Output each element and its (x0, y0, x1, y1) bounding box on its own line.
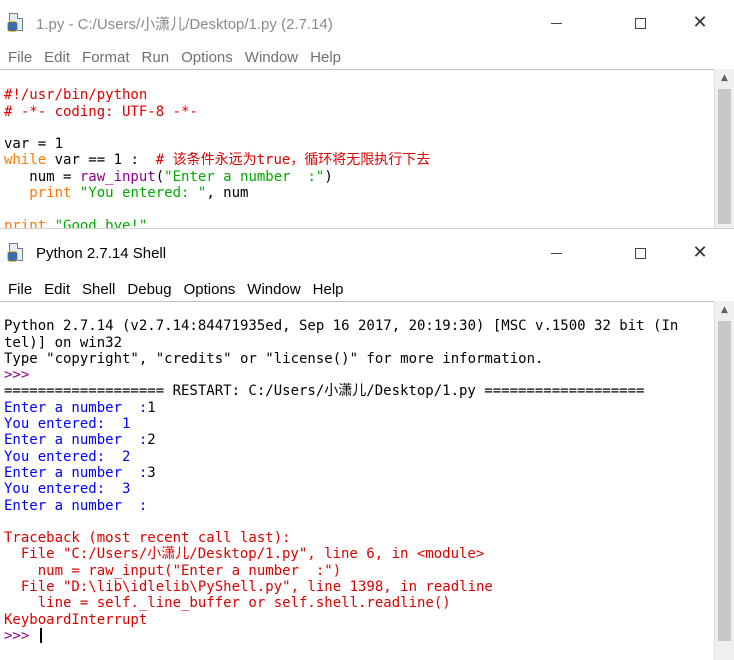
editor-menu-edit[interactable]: Edit (38, 49, 76, 66)
text-cursor (39, 627, 42, 643)
maximize-icon (634, 17, 646, 29)
shell-titlebar[interactable]: Python 2.7.14 Shell ✕ (0, 229, 734, 277)
editor-scroll-thumb[interactable] (718, 89, 731, 224)
stdin-value: 2 (147, 432, 156, 449)
scroll-up-icon[interactable]: ▲ (715, 301, 734, 319)
shell-menu-options[interactable]: Options (178, 281, 242, 298)
keyword-print: print (4, 217, 47, 228)
shell-output-line: You entered: 2 (4, 448, 131, 465)
traceback-line: File "D:\lib\idlelib\PyShell.py", line 1… (4, 579, 493, 596)
editor-vertical-scrollbar[interactable]: ▲ (714, 69, 734, 228)
shell-output-line: Enter a number :3 (4, 465, 714, 481)
shell-input-line[interactable]: >>> (4, 627, 714, 644)
shell-text-area[interactable]: Python 2.7.14 (v2.7.14:84471935ed, Sep 1… (0, 301, 714, 660)
shell-menu-help[interactable]: Help (307, 281, 350, 298)
keyword-while: while (4, 152, 47, 169)
code-line: print "Good bye!" (4, 218, 714, 228)
editor-menu-format[interactable]: Format (76, 49, 136, 66)
editor-window: 1.py - C:/Users/小潇儿/Desktop/1.py (2.7.14… (0, 0, 734, 228)
traceback-line: File "C:/Users/小潇儿/Desktop/1.py", line 6… (4, 546, 485, 563)
code-string: "You entered: " (71, 185, 207, 202)
shell-menu-debug[interactable]: Debug (121, 281, 177, 298)
code-text: num = (4, 168, 80, 185)
shell-vertical-scrollbar[interactable]: ▲ (714, 301, 734, 660)
code-comment: # 该条件永远为true，循环将无限执行下去 (155, 152, 431, 169)
shell-window: Python 2.7.14 Shell ✕ File Edit Shell De… (0, 228, 734, 660)
shell-prompt: >>> (4, 367, 30, 384)
builtin-raw-input: raw_input (79, 168, 156, 185)
shell-restart-line: =================== RESTART: C:/Users/小潇… (4, 383, 645, 400)
editor-maximize-button[interactable] (610, 0, 670, 46)
minimize-icon (550, 22, 562, 24)
code-string: "Enter a number :" (164, 168, 325, 185)
shell-window-title: Python 2.7.14 Shell (36, 244, 167, 262)
shell-minimize-button[interactable] (526, 229, 586, 277)
code-text: , num (206, 185, 249, 202)
close-icon: ✕ (692, 242, 708, 263)
editor-window-title: 1.py - C:/Users/小潇儿/Desktop/1.py (2.7.14… (36, 15, 333, 33)
shell-banner-line: Type "copyright", "credits" or "license(… (4, 350, 544, 367)
idle-python-file-icon (6, 12, 28, 34)
editor-text-area[interactable]: #!/usr/bin/python # -*- coding: UTF-8 -*-… (0, 69, 714, 228)
code-line: var = 1 (4, 136, 64, 153)
code-line: print "You entered: ", num (4, 185, 714, 201)
shell-output-line: Enter a number :2 (4, 432, 714, 448)
shell-menubar: File Edit Shell Debug Options Window Hel… (0, 277, 734, 301)
shell-output-line: You entered: 3 (4, 481, 131, 498)
shell-output-line: Enter a number :1 (4, 400, 714, 416)
shell-prompt: >>> (4, 627, 38, 644)
shell-output-line: You entered: 1 (4, 416, 131, 433)
stdout-text: Enter a number : (4, 399, 148, 416)
shell-menu-file[interactable]: File (2, 281, 38, 298)
keyword-print: print (29, 185, 72, 202)
traceback-line: line = self._line_buffer or self.shell.r… (4, 595, 451, 612)
code-text: ( (155, 168, 165, 185)
code-line: #!/usr/bin/python (4, 87, 148, 104)
traceback-line: KeyboardInterrupt (4, 611, 148, 628)
editor-titlebar[interactable]: 1.py - C:/Users/小潇儿/Desktop/1.py (2.7.14… (0, 0, 734, 46)
editor-menu-options[interactable]: Options (175, 49, 239, 66)
stdin-value: 3 (147, 464, 156, 481)
shell-output-line: Enter a number : (4, 497, 148, 514)
code-line: while var == 1 : # 该条件永远为true，循环将无限执行下去 (4, 152, 714, 168)
code-line: num = raw_input("Enter a number :") (4, 169, 714, 185)
shell-line-blank (4, 514, 714, 530)
editor-menu-file[interactable]: File (2, 49, 38, 66)
editor-menu-window[interactable]: Window (239, 49, 304, 66)
minimize-icon (550, 252, 562, 254)
stdout-text: Enter a number : (4, 464, 148, 481)
stdin-value: 1 (147, 399, 156, 416)
shell-close-button[interactable]: ✕ (670, 229, 730, 277)
editor-menu-run[interactable]: Run (136, 49, 176, 66)
shell-scroll-thumb[interactable] (718, 321, 731, 641)
shell-menu-shell[interactable]: Shell (76, 281, 121, 298)
shell-banner-line: Python 2.7.14 (v2.7.14:84471935ed, Sep 1… (4, 318, 679, 335)
shell-menu-edit[interactable]: Edit (38, 281, 76, 298)
editor-menubar: File Edit Format Run Options Window Help (0, 46, 734, 68)
idle-python-file-icon (6, 242, 28, 264)
code-line: # -*- coding: UTF-8 -*- (4, 103, 198, 120)
code-text: ) (324, 168, 333, 185)
maximize-icon (634, 247, 646, 259)
shell-banner-line: tel)] on win32 (4, 334, 123, 351)
stdout-text: Enter a number : (4, 432, 148, 449)
editor-close-button[interactable]: ✕ (670, 0, 730, 46)
shell-maximize-button[interactable] (610, 229, 670, 277)
shell-menu-window[interactable]: Window (241, 281, 306, 298)
code-text: var == 1 : (46, 152, 156, 169)
traceback-line: num = raw_input("Enter a number :") (4, 562, 342, 579)
scroll-up-icon[interactable]: ▲ (715, 69, 734, 87)
close-icon: ✕ (692, 12, 708, 33)
editor-minimize-button[interactable] (526, 0, 586, 46)
traceback-line: Traceback (most recent call last): (4, 530, 291, 547)
code-string: "Good bye!" (46, 217, 148, 228)
editor-menu-help[interactable]: Help (304, 49, 347, 66)
